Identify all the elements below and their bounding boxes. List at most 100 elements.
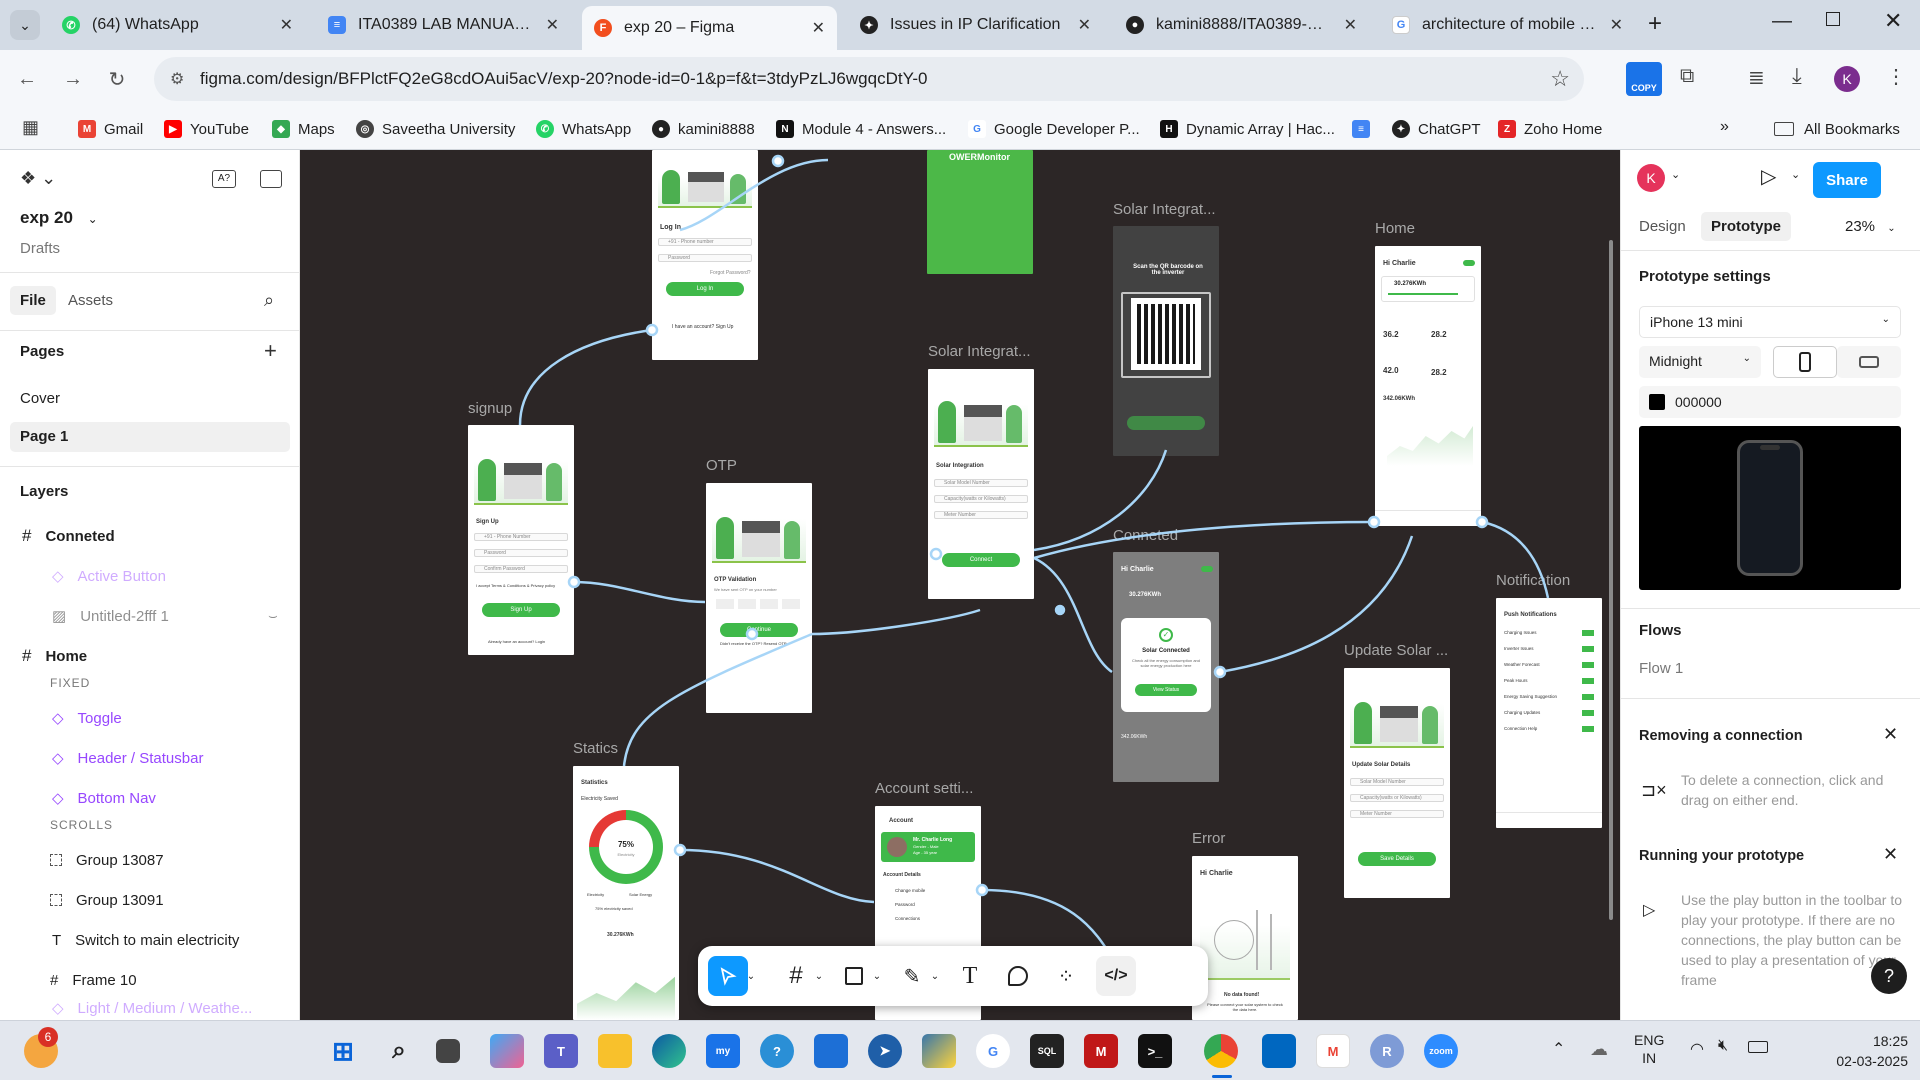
- share-button[interactable]: Share: [1813, 162, 1881, 198]
- frame-label-solar2[interactable]: Solar Integrat...: [928, 343, 1031, 360]
- frame-notification[interactable]: Push Notifications Charging Issues Inver…: [1496, 598, 1602, 828]
- browser-tab[interactable]: ✆ (64) WhatsApp ✕: [50, 6, 305, 44]
- move-tool-button[interactable]: [708, 956, 748, 996]
- bookmark-hackerrank[interactable]: H Dynamic Array | Hac...: [1160, 116, 1335, 142]
- close-icon[interactable]: ✕: [1883, 724, 1898, 745]
- close-tab-icon[interactable]: ✕: [280, 15, 293, 35]
- figma-canvas[interactable]: Solar Integrat... Solar Integrat... Home…: [300, 150, 1620, 1020]
- search-icon[interactable]: ⌕: [264, 290, 274, 311]
- shape-tool-button[interactable]: [834, 956, 874, 996]
- back-button[interactable]: ←: [10, 62, 44, 96]
- tab-file[interactable]: File: [10, 286, 56, 315]
- frame-label-otp[interactable]: OTP: [706, 457, 737, 474]
- frame-error[interactable]: Hi Charlie No data found! Please connect…: [1192, 856, 1298, 1020]
- frame-label-account[interactable]: Account setti...: [875, 780, 973, 797]
- layer-group-13087[interactable]: Group 13087: [0, 840, 300, 880]
- model-select[interactable]: Midnight ⌄: [1639, 346, 1761, 378]
- move-tool-chevron[interactable]: ⌄: [744, 956, 758, 996]
- layer-untitled-image[interactable]: ▨ Untitled-2fff 1 ⌣: [0, 596, 300, 636]
- site-info-icon[interactable]: ⚙: [170, 69, 184, 89]
- landscape-toggle[interactable]: [1837, 346, 1901, 378]
- layer-group-13091[interactable]: Group 13091: [0, 880, 300, 920]
- layer-conneted[interactable]: # Conneted: [0, 516, 300, 556]
- canvas-scrollbar[interactable]: [1609, 240, 1613, 920]
- frame-solar-qr[interactable]: Scan the QR barcode on the inverter: [1113, 226, 1219, 456]
- close-tab-icon[interactable]: ✕: [1610, 15, 1623, 35]
- flow-item[interactable]: Flow 1: [1639, 660, 1683, 677]
- user-avatar[interactable]: K: [1637, 164, 1665, 192]
- bookmark-github[interactable]: ● kamini8888: [652, 116, 755, 142]
- comment-tool-button[interactable]: [998, 956, 1038, 996]
- notepad-icon[interactable]: [814, 1034, 848, 1068]
- pen-tool-button[interactable]: ✎: [892, 956, 932, 996]
- device-select[interactable]: iPhone 13 mini ⌄: [1639, 306, 1901, 338]
- close-tab-icon[interactable]: ✕: [1344, 15, 1357, 35]
- frame-label-home[interactable]: Home: [1375, 220, 1415, 237]
- file-explorer-icon[interactable]: [598, 1034, 632, 1068]
- pen-tool-chevron[interactable]: ⌄: [928, 956, 942, 996]
- frame-home[interactable]: Hi Charlie 30.276KWh 36.2 28.2 42.0 28.2…: [1375, 246, 1481, 526]
- bookmark-gmail[interactable]: M Gmail: [78, 116, 143, 142]
- add-page-icon[interactable]: +: [264, 338, 277, 364]
- frame-label-statics[interactable]: Statics: [573, 740, 618, 757]
- dev-mode-button[interactable]: </>: [1096, 956, 1136, 996]
- r-app-icon[interactable]: R: [1370, 1034, 1404, 1068]
- copilot-icon[interactable]: [490, 1034, 524, 1068]
- page-item-page1[interactable]: Page 1: [10, 422, 290, 452]
- windows-start-icon[interactable]: ⊞: [326, 1034, 360, 1068]
- copy-extension-icon[interactable]: COPY: [1626, 62, 1662, 96]
- toggle-panel-icon[interactable]: [260, 170, 282, 188]
- frame-label-notification[interactable]: Notification: [1496, 572, 1570, 589]
- frame-otp[interactable]: OTP Validation We have sent OTP on your …: [706, 483, 812, 713]
- close-tab-icon[interactable]: ✕: [812, 18, 825, 38]
- close-icon[interactable]: ✕: [1883, 844, 1898, 865]
- tab-assets[interactable]: Assets: [68, 292, 113, 309]
- new-tab-button[interactable]: +: [1648, 10, 1662, 38]
- edge-icon[interactable]: [652, 1034, 686, 1068]
- frame-label-error[interactable]: Error: [1192, 830, 1225, 847]
- bookmark-star-icon[interactable]: ☆: [1550, 66, 1570, 92]
- zoom-icon[interactable]: zoom: [1424, 1034, 1458, 1068]
- browser-tab[interactable]: ≡ ITA0389 LAB MANUAL.doc ✕: [316, 6, 571, 44]
- tray-chevron-icon[interactable]: ⌃: [1552, 1039, 1565, 1059]
- layer-switch-text[interactable]: T Switch to main electricity: [0, 920, 300, 960]
- teams-icon[interactable]: T: [544, 1034, 578, 1068]
- file-name[interactable]: exp 20 ⌄: [20, 208, 98, 228]
- task-view-icon[interactable]: [436, 1039, 460, 1063]
- tab-prototype[interactable]: Prototype: [1701, 212, 1792, 241]
- gmail-icon[interactable]: M: [1316, 1034, 1350, 1068]
- restore-button[interactable]: [1826, 12, 1840, 26]
- frame-label-update[interactable]: Update Solar ...: [1344, 642, 1448, 659]
- clock[interactable]: 18:25 02-03-2025: [1808, 1031, 1908, 1071]
- zoom-level-dropdown[interactable]: 23% ⌄: [1845, 218, 1896, 235]
- figma-main-menu[interactable]: ❖ ⌄: [20, 168, 56, 189]
- extensions-icon[interactable]: ⧉: [1680, 65, 1694, 88]
- browser-tab[interactable]: ● kamini8888/ITA0389-Mobi ✕: [1114, 6, 1369, 44]
- frame-label-solar1[interactable]: Solar Integrat...: [1113, 201, 1216, 218]
- layer-header-statusbar[interactable]: ◇ Header / Statusbar: [0, 738, 300, 778]
- profile-avatar[interactable]: K: [1834, 66, 1860, 92]
- bookmark-zoho[interactable]: Z Zoho Home: [1498, 116, 1602, 142]
- frame-solar-integration[interactable]: Solar Integration Solar Model Number Cap…: [928, 369, 1034, 599]
- frame-signup[interactable]: Sign Up +91 - Phone Number Password Conf…: [468, 425, 574, 655]
- browser-tab-active[interactable]: F exp 20 – Figma ✕: [582, 6, 837, 50]
- browser-menu-icon[interactable]: ⋮: [1886, 64, 1906, 89]
- frame-tool-button[interactable]: #: [776, 956, 816, 996]
- frame-login[interactable]: Log In +91 - Phone number Password Forgo…: [652, 150, 758, 360]
- help-button[interactable]: ?: [1871, 958, 1907, 994]
- myjio-icon[interactable]: my: [706, 1034, 740, 1068]
- layer-light-medium[interactable]: ◇ Light / Medium / Weathe...: [0, 996, 300, 1020]
- bookmark-google-developer[interactable]: G Google Developer P...: [968, 116, 1140, 142]
- frame-statistics[interactable]: Statistics Electricity Saved 75% Electric…: [573, 766, 679, 1020]
- wifi-icon[interactable]: ◠: [1690, 1039, 1704, 1059]
- assets-text-icon[interactable]: A?: [212, 170, 236, 188]
- apps-grid-icon[interactable]: ▦: [22, 117, 39, 138]
- search-icon[interactable]: ⌕: [382, 1034, 416, 1068]
- battery-icon[interactable]: [1748, 1041, 1768, 1053]
- text-tool-button[interactable]: T: [950, 956, 990, 996]
- close-tab-icon[interactable]: ✕: [1078, 15, 1091, 35]
- python-icon[interactable]: [922, 1034, 956, 1068]
- bookmark-maps[interactable]: ◆ Maps: [272, 116, 335, 142]
- bookmark-chatgpt[interactable]: ✦ ChatGPT: [1392, 116, 1481, 142]
- frame-label-signup[interactable]: signup: [468, 400, 512, 417]
